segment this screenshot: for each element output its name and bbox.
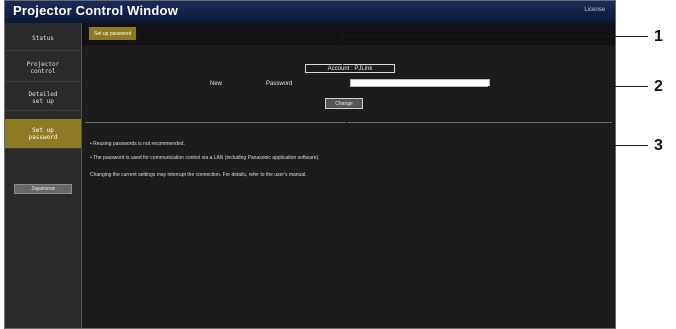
projector-control-window: Projector Control Window License Status … — [4, 0, 616, 329]
account-separator: : — [351, 65, 353, 72]
callout-number-3: 3 — [654, 137, 663, 154]
password-input[interactable] — [350, 79, 490, 87]
callout-2-line — [488, 86, 648, 87]
account-display: Account : PJLink — [305, 64, 395, 73]
sidebar-item-projector-control[interactable]: Projector control — [5, 55, 81, 82]
divider — [85, 122, 612, 123]
tab-set-up-password[interactable]: Set up password — [89, 27, 137, 40]
tab-bar: Set up password — [82, 23, 615, 45]
sidebar-item-status[interactable]: Status — [5, 27, 81, 51]
sidebar: Status Projector control Detailed set up… — [5, 23, 82, 328]
callout-3-vertical — [346, 110, 347, 145]
license-link[interactable]: License — [584, 7, 605, 13]
account-value: PJLink — [354, 65, 373, 72]
sidebar-item-set-up-password[interactable]: Set up password — [5, 119, 81, 149]
callout-number-2: 2 — [654, 78, 663, 95]
callout-number-1: 1 — [654, 28, 663, 45]
title-bar: Projector Control Window License — [5, 1, 615, 23]
main-panel: Set up password Account : PJLink New Pas… — [82, 23, 615, 328]
app-title: Projector Control Window — [13, 3, 179, 18]
japanese-language-button[interactable]: Japanese — [14, 184, 72, 194]
note-lan-usage: • The password is used for communication… — [90, 155, 320, 161]
account-label: Account — [327, 65, 350, 72]
callout-1-horizontal — [342, 36, 648, 37]
note-reuse: • Reusing passwords is not recommended. — [90, 141, 185, 147]
note-connection-warning: Changing the current settings may interr… — [90, 172, 307, 178]
callout-1-vertical — [342, 36, 343, 65]
password-label: Password — [266, 81, 293, 87]
callout-3-horizontal — [346, 145, 648, 146]
sidebar-item-detailed-set-up[interactable]: Detailed set up — [5, 85, 81, 111]
new-label: New — [210, 81, 223, 87]
change-button[interactable]: Change — [325, 98, 363, 109]
